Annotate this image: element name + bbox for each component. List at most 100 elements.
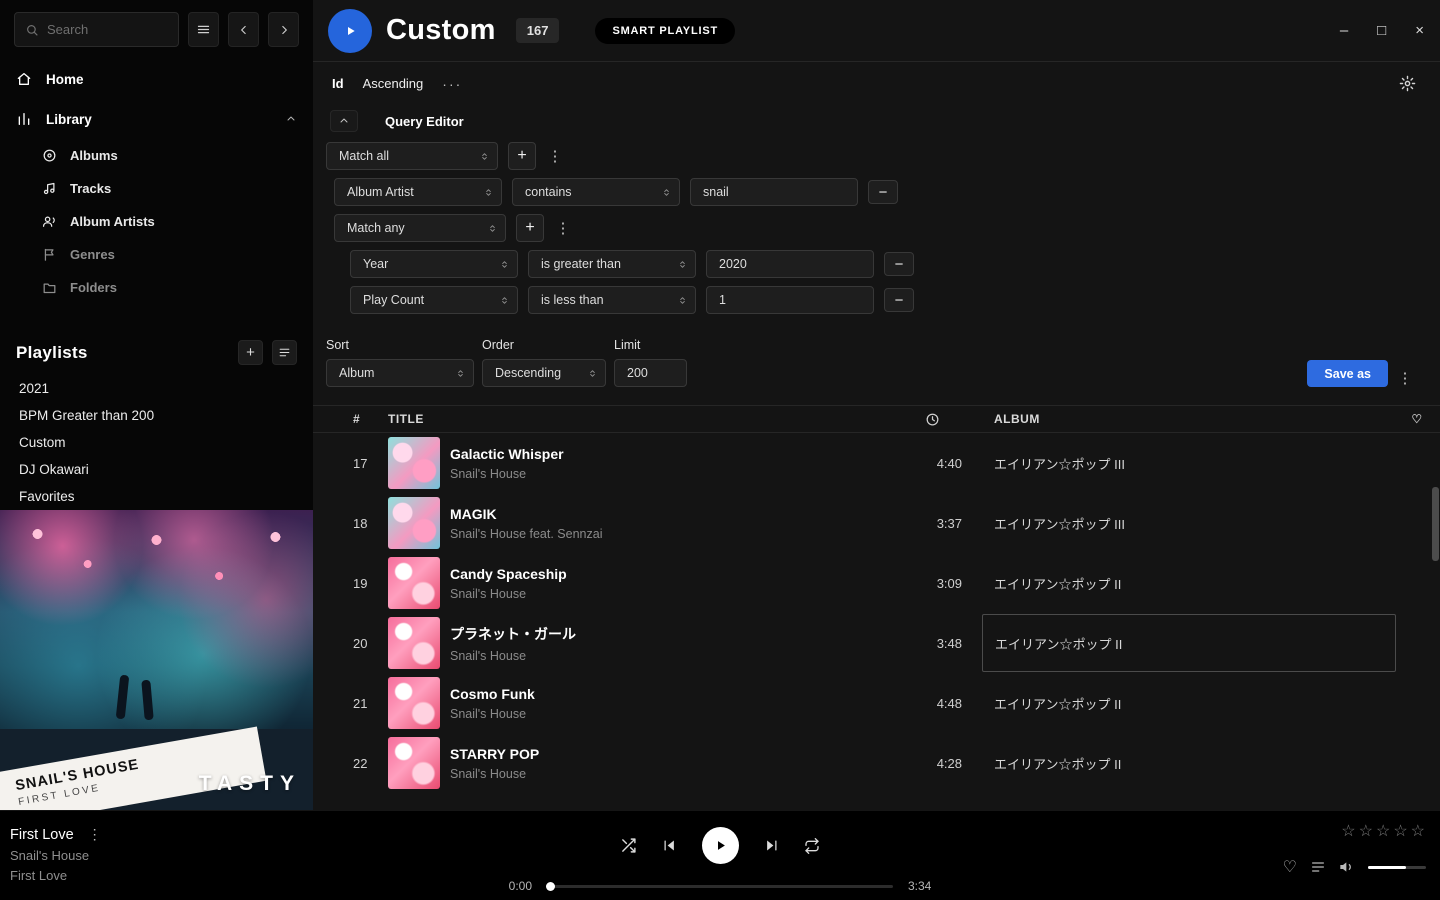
track-artist[interactable]: Snail's House	[450, 587, 567, 601]
track-row[interactable]: 21 Cosmo Funk Snail's House 4:48 エイリアン☆ポ…	[313, 673, 1440, 733]
focused-cell-outline[interactable]: エイリアン☆ポップ II	[982, 614, 1396, 672]
queue-button[interactable]	[1310, 859, 1326, 875]
star-icon[interactable]: ☆	[1393, 821, 1407, 841]
sidebar-item-library[interactable]: Library	[0, 99, 313, 139]
track-row[interactable]: 19 Candy Spaceship Snail's House 3:09 エイ…	[313, 553, 1440, 613]
track-album[interactable]: エイリアン☆ポップ II	[994, 754, 1394, 773]
search-input-field[interactable]	[47, 22, 168, 37]
volume-button[interactable]	[1339, 859, 1355, 875]
volume-slider[interactable]	[1368, 866, 1426, 869]
track-title[interactable]: STARRY POP	[450, 746, 539, 762]
rule-field-select[interactable]: Play Count	[350, 286, 518, 314]
track-title[interactable]: Galactic Whisper	[450, 446, 564, 462]
chevron-up-icon[interactable]	[285, 113, 297, 125]
add-playlist-button[interactable]: +	[238, 340, 263, 365]
column-header-duration[interactable]	[902, 412, 962, 427]
vertical-scrollbar[interactable]	[1432, 487, 1439, 561]
sidebar-item-folders[interactable]: Folders	[0, 271, 313, 304]
settings-gear-icon[interactable]	[1399, 75, 1416, 92]
now-playing-cover-art[interactable]: SNAIL'S HOUSE FIRST LOVE TASTY	[0, 510, 313, 810]
favorite-button[interactable]: ♡	[1283, 857, 1297, 877]
track-artist[interactable]: Snail's House	[450, 467, 564, 481]
remove-rule-button[interactable]: −	[884, 252, 914, 276]
save-as-button[interactable]: Save as	[1307, 360, 1388, 387]
sidebar-item-tracks[interactable]: Tracks	[0, 172, 313, 205]
playlist-list-button[interactable]	[272, 340, 297, 365]
track-artist[interactable]: Snail's House	[450, 767, 539, 781]
rule-field-select[interactable]: Album Artist	[334, 178, 502, 206]
shuffle-button[interactable]	[620, 837, 637, 854]
track-row[interactable]: 20 プラネット・ガール Snail's House 3:48 エイリアン☆ポッ…	[313, 613, 1440, 673]
sidebar-item-albums[interactable]: Albums	[0, 139, 313, 172]
rule-value-input[interactable]	[690, 178, 858, 206]
close-button[interactable]: ×	[1415, 22, 1424, 39]
repeat-button[interactable]	[804, 838, 820, 854]
star-icon[interactable]: ☆	[1376, 821, 1390, 841]
star-icon[interactable]: ☆	[1411, 821, 1425, 841]
play-pause-button[interactable]	[702, 827, 739, 864]
playlist-item[interactable]: BPM Greater than 200	[0, 402, 313, 429]
sort-field-button[interactable]: Id	[332, 76, 344, 91]
playlist-item[interactable]: 2021	[0, 375, 313, 402]
column-header-title[interactable]: TITLE	[388, 412, 902, 426]
seek-handle[interactable]	[546, 882, 555, 891]
order-select[interactable]: Descending	[482, 359, 606, 387]
track-row[interactable]: 22 STARRY POP Snail's House 4:28 エイリアン☆ポ…	[313, 733, 1440, 793]
track-title[interactable]: Candy Spaceship	[450, 566, 567, 582]
nav-forward-button[interactable]	[268, 12, 299, 47]
track-album-focused[interactable]: エイリアン☆ポップ II	[994, 614, 1394, 672]
track-title[interactable]: Cosmo Funk	[450, 686, 535, 702]
column-header-album[interactable]: ALBUM	[994, 412, 1394, 426]
nav-back-button[interactable]	[228, 12, 259, 47]
playlist-item[interactable]: DJ Okawari	[0, 456, 313, 483]
maximize-button[interactable]: □	[1377, 22, 1386, 39]
group-match-type-select[interactable]: Match any	[334, 214, 506, 242]
match-type-select[interactable]: Match all	[326, 142, 498, 170]
track-album-art[interactable]	[388, 617, 440, 669]
track-row[interactable]: 18 MAGIK Snail's House feat. Sennzai 3:3…	[313, 493, 1440, 553]
track-album[interactable]: エイリアン☆ポップ II	[994, 694, 1394, 713]
add-rule-button[interactable]: +	[508, 142, 536, 170]
track-album-art[interactable]	[388, 497, 440, 549]
sidebar-item-home[interactable]: Home	[0, 59, 313, 99]
group-menu-button[interactable]: ⋮	[554, 219, 572, 237]
previous-button[interactable]	[662, 838, 677, 853]
star-icon[interactable]: ☆	[1359, 821, 1373, 841]
menu-button[interactable]	[188, 12, 219, 47]
column-header-index[interactable]: #	[353, 412, 379, 426]
now-playing-artist[interactable]: Snail's House	[10, 848, 102, 863]
now-playing-menu-button[interactable]: ⋮	[88, 826, 102, 843]
playlist-item[interactable]: Custom	[0, 429, 313, 456]
collapse-query-editor-button[interactable]	[330, 110, 358, 132]
track-artist[interactable]: Snail's House	[450, 707, 535, 721]
remove-rule-button[interactable]: −	[868, 180, 898, 204]
track-album[interactable]: エイリアン☆ポップ II	[994, 574, 1394, 593]
next-button[interactable]	[764, 838, 779, 853]
minimize-button[interactable]: –	[1340, 22, 1348, 39]
sort-select[interactable]: Album	[326, 359, 474, 387]
rule-value-input[interactable]	[706, 250, 874, 278]
rule-field-select[interactable]: Year	[350, 250, 518, 278]
star-icon[interactable]: ☆	[1341, 821, 1355, 841]
column-header-favorite[interactable]: ♡	[1394, 412, 1440, 426]
track-artist[interactable]: Snail's House	[450, 649, 576, 663]
track-album-art[interactable]	[388, 557, 440, 609]
rule-group-menu-button[interactable]: ⋮	[546, 147, 564, 165]
rule-operator-select[interactable]: is greater than	[528, 250, 696, 278]
rule-operator-select[interactable]: contains	[512, 178, 680, 206]
track-title[interactable]: プラネット・ガール	[450, 624, 576, 644]
seek-bar[interactable]	[547, 885, 893, 888]
save-menu-button[interactable]: ⋮	[1396, 369, 1414, 387]
add-group-rule-button[interactable]: +	[516, 214, 544, 242]
track-album-art[interactable]	[388, 677, 440, 729]
more-options-button[interactable]: ···	[442, 76, 462, 92]
remove-rule-button[interactable]: −	[884, 288, 914, 312]
track-title[interactable]: MAGIK	[450, 506, 602, 522]
track-artist[interactable]: Snail's House feat. Sennzai	[450, 527, 602, 541]
sort-order-button[interactable]: Ascending	[363, 76, 424, 91]
sidebar-item-album-artists[interactable]: Album Artists	[0, 205, 313, 238]
track-album[interactable]: エイリアン☆ポップ III	[994, 454, 1394, 473]
playlist-item[interactable]: Favorites	[0, 483, 313, 510]
search-input[interactable]	[14, 12, 179, 47]
rule-operator-select[interactable]: is less than	[528, 286, 696, 314]
